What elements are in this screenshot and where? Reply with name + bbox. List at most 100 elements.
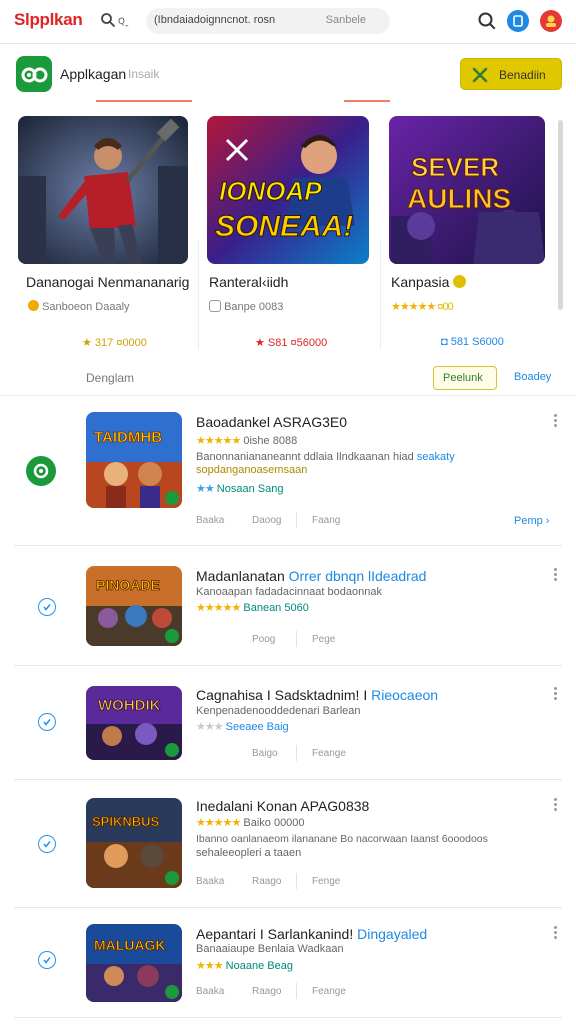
check-icon[interactable] (38, 598, 56, 616)
tools-icon (472, 67, 488, 83)
app-title[interactable]: Aepantari I Sarlankanind! Dingayaled (196, 926, 427, 942)
search-icon[interactable] (100, 12, 116, 28)
svg-text:SONEAA!: SONEAA! (215, 210, 353, 243)
featured-thumbnail (18, 116, 188, 264)
svg-text:AULINS: AULINS (407, 183, 511, 214)
app-title[interactable]: Cagnahisa I Sadsktadnim! I Rieocaeon (196, 687, 438, 703)
check-icon[interactable] (38, 835, 56, 853)
app-title-text: Aepantari I Sarlankanind! (196, 926, 354, 942)
carousel-scrollbar[interactable] (558, 120, 563, 310)
list-item[interactable]: WOHDIK Cagnahisa I Sadsktadnim! I Rieoca… (14, 666, 562, 780)
app-meta: ★★★★★ Banean 5060 (196, 601, 309, 614)
app-thumbnail[interactable]: PINOADE (86, 566, 182, 646)
share-icon[interactable] (507, 10, 529, 32)
featured-title: Ranteral‹iidh (209, 274, 289, 290)
more-icon[interactable] (554, 568, 558, 582)
filter-row: Denglam Peelunk Boadey (0, 362, 576, 396)
more-icon[interactable] (554, 926, 558, 940)
profile-icon[interactable] (540, 10, 562, 32)
app-title[interactable]: Inedalani Konan APAG0838 (196, 798, 369, 814)
tab-indicator (344, 100, 390, 102)
url-text: (Ibndaiadoignncnot. rosn (154, 14, 276, 26)
app-title-accent: Dingayaled (357, 926, 428, 942)
app-thumbnail[interactable]: MALUAGK (86, 924, 182, 1002)
app-description: Kanoaapan fadadacinnaat bodaonnak (196, 586, 382, 598)
svg-text:SPIKNBUS: SPIKNBUS (92, 814, 160, 829)
app-title-accent: Orrer dbnqn lIdeadrad (288, 568, 427, 584)
app-description: Banonnaniananeannt ddlaia Ilndkaanan hia… (196, 451, 455, 463)
app-meta: ★★ Nosaan Sang (196, 482, 283, 495)
stat-label: Baaka (196, 515, 225, 526)
top-bar: Slpplkan ꞯꞈ (Ibndaiadoignncnot. rosn San… (0, 0, 576, 44)
url-action[interactable]: Sanbele (326, 14, 366, 26)
svg-text:TAIDMHB: TAIDMHB (94, 429, 162, 446)
stat-label: Baaka (196, 876, 225, 887)
list-item[interactable]: SPIKNBUS Inedalani Konan APAG0838 ★★★★★ … (14, 780, 562, 908)
app-subtitle: Insaik (128, 67, 160, 81)
featured-subtitle: ★★★★★ ¤00 (391, 300, 454, 313)
featured-subtitle-text: Sanboeon Daaaly (42, 301, 130, 313)
more-icon[interactable] (554, 414, 558, 428)
featured-thumbnail: SEVER AULINS (389, 116, 545, 264)
featured-card[interactable]: Dananogai Nenmananarig Sanboeon Daaaly ★… (18, 110, 198, 360)
url-input[interactable]: (Ibndaiadoignncnot. rosn Sanbele (146, 8, 390, 34)
stat-label: Pege (312, 634, 336, 645)
divider (296, 873, 297, 889)
download-button[interactable]: Benadiin (460, 58, 562, 90)
filter-button[interactable]: Peelunk (433, 366, 497, 390)
search-icon[interactable] (476, 10, 498, 32)
app-title-text: Madanlanatan (196, 568, 285, 584)
selected-check-icon[interactable] (26, 456, 56, 486)
filter-link[interactable]: Boadey (514, 371, 551, 383)
featured-price: ◘ 581 S6000 (441, 336, 504, 348)
app-description: Kenpenadenooddedenari Barlean (196, 705, 361, 717)
badge-icon (209, 300, 221, 312)
svg-text:MALUAGK: MALUAGK (94, 937, 166, 953)
app-header: Applkagan Insaik Benadiin (0, 44, 576, 104)
featured-subtitle-text: Banpe 0083 (224, 301, 284, 313)
meta-stars: ★★★ (196, 960, 224, 972)
featured-title-text: Kanpasia (391, 274, 450, 290)
featured-card[interactable]: SEVER AULINS Kanpasia ★★★★★ ¤00 ◘ 581 S6… (389, 110, 569, 360)
list-item[interactable]: PINOADE Madanlanatan Orrer dbnqn lIdeadr… (14, 546, 562, 666)
divider (198, 240, 199, 350)
featured-subtitle: Sanboeon Daaaly (28, 300, 130, 313)
stat-label: Daoog (252, 515, 282, 526)
action-link[interactable]: Pemp › (514, 515, 549, 527)
meta-stars: ★★★ (196, 721, 224, 733)
app-title[interactable]: Madanlanatan Orrer dbnqn lIdeadrad (196, 568, 426, 584)
more-icon[interactable] (554, 687, 558, 701)
app-title[interactable]: Baoadankel ASRAG3E0 (196, 414, 347, 430)
check-icon[interactable] (38, 713, 56, 731)
meta-text: Banean 5060 (243, 602, 309, 614)
app-thumbnail[interactable]: TAIDMHB (86, 412, 182, 508)
featured-thumbnail: IONOAP SONEAA! (207, 116, 369, 264)
list-item[interactable]: TAIDMHB Baoadankel ASRAG3E0 ★★★★★ 0ishe … (14, 396, 562, 546)
app-thumbnail[interactable]: WOHDIK (86, 686, 182, 760)
more-icon[interactable] (554, 798, 558, 812)
featured-title: Kanpasia (391, 274, 467, 290)
featured-card[interactable]: IONOAP SONEAA! Ranteral‹iidh Banpe 0083 … (207, 110, 387, 360)
stat-label: Baaka (196, 986, 225, 997)
site-logo[interactable]: Slpplkan (14, 10, 83, 30)
stat-label: Feange (312, 748, 346, 759)
featured-title: Dananogai Nenmananarig (26, 274, 190, 290)
featured-subtitle: Banpe 0083 (209, 300, 283, 313)
app-thumbnail[interactable]: SPIKNBUS (86, 798, 182, 888)
app-title-text: Cagnahisa I Sadsktadnim! I (196, 687, 368, 703)
check-icon[interactable] (38, 951, 56, 969)
meta-text: Seeaee Baig (225, 721, 289, 733)
divider (380, 240, 381, 350)
meta-text: Noaane Beag (225, 960, 293, 972)
tab-indicator (96, 100, 192, 102)
app-description: Banaaiaupe Benlaia Wadkaan (196, 943, 344, 955)
stat-label: Faang (312, 515, 341, 526)
search-hint: ꞯꞈ (118, 15, 129, 27)
rating-text: Baiko 00000 (243, 817, 305, 829)
app-meta: ★★★ Seeaee Baig (196, 720, 289, 733)
svg-text:SEVER: SEVER (411, 152, 499, 182)
meta-stars: ★★ (196, 483, 215, 495)
list-item[interactable]: MALUAGK Aepantari I Sarlankanind! Dingay… (14, 908, 562, 1018)
description-link[interactable]: seakaty (417, 451, 455, 463)
app-title: Applkagan (60, 66, 127, 82)
